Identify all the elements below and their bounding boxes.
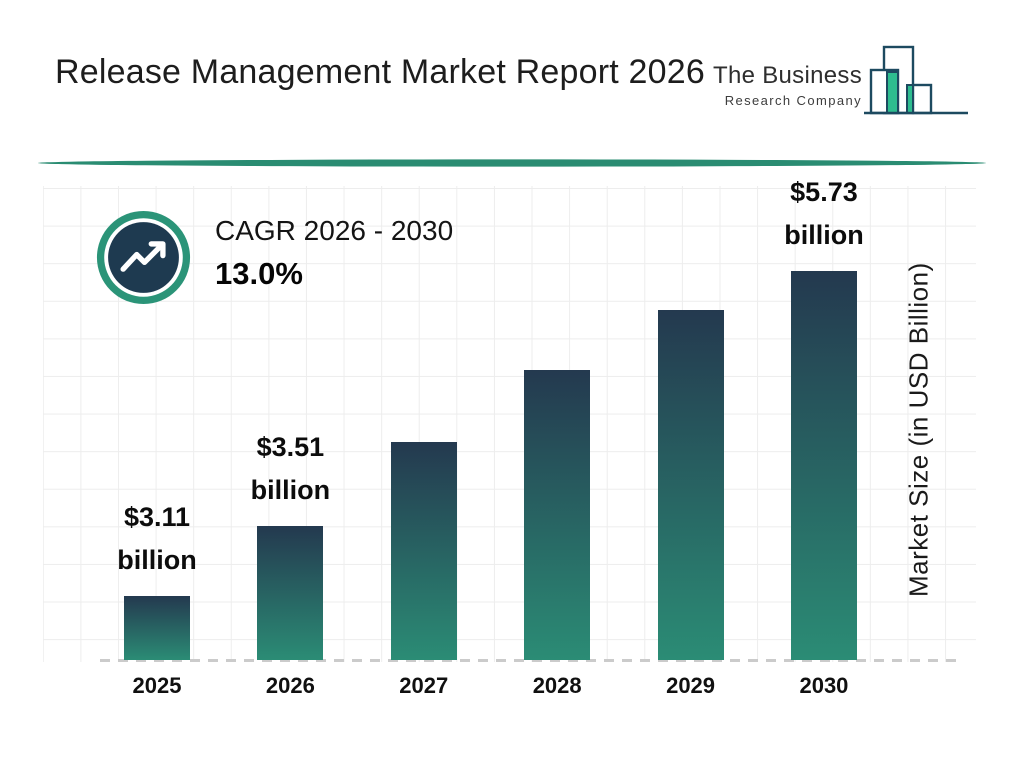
logo-text: The Business Research Company bbox=[712, 62, 862, 108]
x-axis-label: 2027 bbox=[399, 673, 448, 699]
bar-value-label: $5.73 billion bbox=[758, 171, 890, 257]
bar bbox=[257, 526, 323, 660]
cagr-label: CAGR 2026 - 2030 bbox=[215, 215, 453, 247]
company-logo: The Business Research Company bbox=[712, 36, 968, 118]
bar-slot: 2029 bbox=[658, 186, 724, 660]
logo-name: The Business bbox=[712, 62, 862, 90]
cagr-callout: CAGR 2026 - 2030 13.0% bbox=[95, 209, 453, 306]
bar-slot: $5.73 billion 2030 bbox=[791, 186, 857, 660]
bar bbox=[791, 271, 857, 660]
bar bbox=[391, 442, 457, 660]
x-axis-label: 2025 bbox=[133, 673, 182, 699]
x-axis-label: 2028 bbox=[533, 673, 582, 699]
x-axis-label: 2029 bbox=[666, 673, 715, 699]
page-title: Release Management Market Report 2026 bbox=[55, 48, 705, 97]
logo-tagline: Research Company bbox=[712, 93, 862, 108]
logo-bars-icon bbox=[864, 36, 968, 118]
bar-value-label: $3.51 billion bbox=[224, 426, 356, 512]
cagr-text: CAGR 2026 - 2030 13.0% bbox=[215, 209, 453, 306]
x-axis-label: 2026 bbox=[266, 673, 315, 699]
bar bbox=[658, 310, 724, 660]
trend-up-icon bbox=[95, 209, 192, 306]
bar-slot: 2028 bbox=[524, 186, 590, 660]
cagr-value: 13.0% bbox=[215, 256, 453, 292]
x-axis-label: 2030 bbox=[799, 673, 848, 699]
y-axis-title: Market Size (in USD Billion) bbox=[896, 200, 942, 660]
bar bbox=[524, 370, 590, 660]
divider bbox=[38, 155, 986, 165]
bar bbox=[124, 596, 190, 660]
bar-value-label: $3.11 billion bbox=[91, 496, 223, 582]
